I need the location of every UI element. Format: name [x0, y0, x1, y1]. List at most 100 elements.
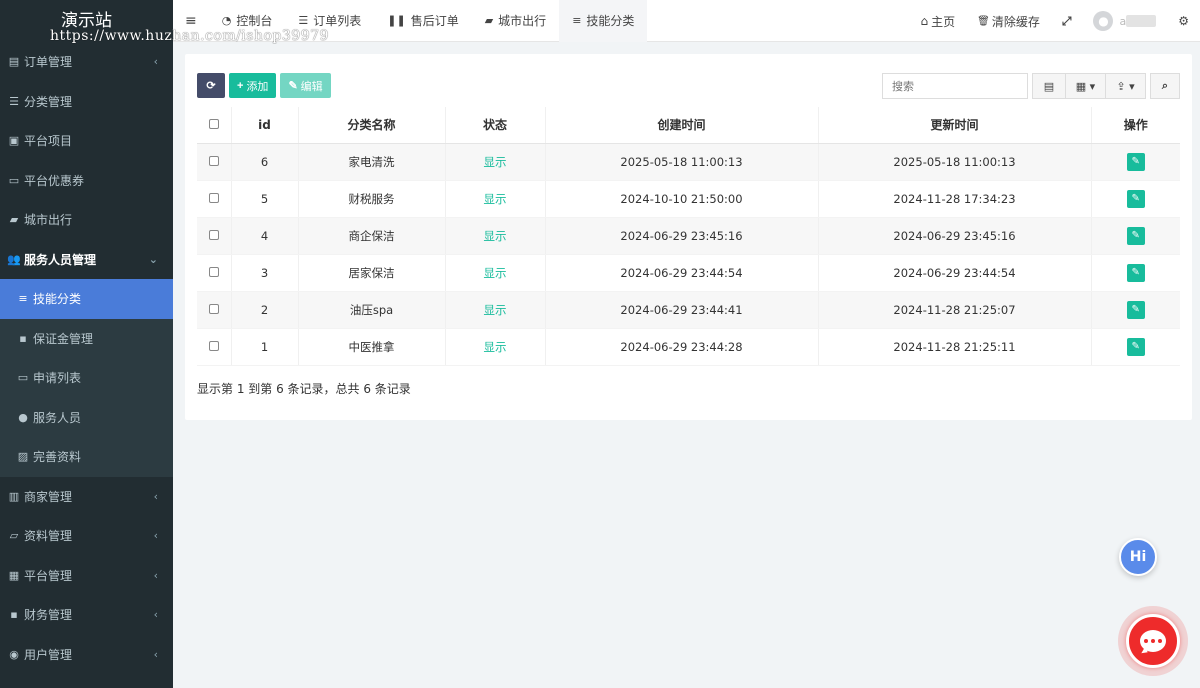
sidebar-item[interactable]: ☰ 分类管理 [0, 82, 173, 122]
row-checkbox[interactable] [208, 192, 219, 203]
toggle-view-button[interactable]: ▤ [1032, 73, 1066, 99]
sidebar-item[interactable]: ▱ 资料管理 ‹ [0, 516, 173, 556]
user-menu[interactable]: ● a [1082, 11, 1167, 31]
table-row[interactable]: 5 财税服务 显示 2024-10-10 21:50:00 2024-11-28 17:… [197, 180, 1180, 218]
table-row[interactable]: 1 中医推拿 显示 2024-06-29 23:44:28 2024-11-28 21:… [197, 328, 1180, 366]
columns-dropdown[interactable]: ▦ ▾ [1066, 73, 1106, 99]
search-input[interactable] [882, 73, 1028, 99]
pencil-icon: ✎ [1131, 193, 1140, 204]
row-checkbox[interactable] [208, 155, 219, 166]
chat-button[interactable] [1126, 614, 1180, 668]
sidebar-item[interactable]: ▭ 平台优惠券 [0, 161, 173, 201]
fullscreen-button[interactable]: ⤢ [1051, 14, 1083, 29]
briefcase-icon: ▣ [8, 134, 20, 148]
tab[interactable]: ≡ 技能分类 [559, 0, 648, 42]
sidebar-item[interactable]: ▣ 平台项目 [0, 121, 173, 161]
sidebar-menu-bottom: ▥ 商家管理 ‹ ▱ 资料管理 ‹ ▦ 平台管理 ‹ ▪ 财务管理 ‹ ◉ 用户管理 ‹ [0, 477, 173, 675]
search-area: ▤ ▦ ▾ ⇪ ▾ ⌕ [882, 73, 1180, 99]
watermark-text: https://www.huzhan.com/ishop39979 [50, 28, 329, 44]
sidebar-group-staff-management[interactable]: 👥 服务人员管理 ⌄ [0, 240, 173, 280]
sidebar-item-label: 商家管理 [24, 489, 73, 504]
row-checkbox[interactable] [208, 340, 219, 351]
sidebar-item[interactable]: ● 服务人员 [0, 398, 173, 438]
sidebar-item[interactable]: ▪ 财务管理 ‹ [0, 595, 173, 635]
row-select-cell [197, 328, 232, 366]
status-badge[interactable]: 显示 [484, 155, 507, 169]
sidebar-item[interactable]: ▤ 订单管理 ‹ [0, 42, 173, 82]
cell-id: 2 [231, 291, 299, 329]
trash-icon: 🗑 [977, 15, 990, 27]
sidebar-item-label: 技能分类 [33, 292, 82, 307]
avatar-icon: ● [1098, 14, 1109, 28]
status-badge[interactable]: 显示 [484, 266, 507, 280]
export-dropdown[interactable]: ⇪ ▾ [1106, 73, 1146, 99]
users-icon: 👥 [7, 252, 21, 266]
status-badge[interactable]: 显示 [484, 303, 507, 317]
column-header-name[interactable]: 分类名称 [298, 107, 446, 144]
tab[interactable]: ▰ 城市出行 [472, 0, 559, 42]
sidebar-item[interactable]: ▦ 平台管理 ‹ [0, 556, 173, 596]
sidebar-item[interactable]: ▭ 申请列表 [0, 358, 173, 398]
row-checkbox[interactable] [208, 266, 219, 277]
home-icon: ⌂ [920, 14, 929, 28]
chevron-left-icon: ‹ [153, 55, 158, 69]
chat-widget[interactable] [1118, 606, 1188, 676]
sidebar-item-label: 城市出行 [24, 213, 73, 228]
sidebar-item-label: 平台项目 [24, 134, 73, 149]
row-edit-button[interactable]: ✎ [1126, 300, 1145, 319]
sidebar-item[interactable]: ◉ 用户管理 ‹ [0, 635, 173, 675]
cell-name: 财税服务 [298, 180, 446, 218]
row-checkbox[interactable] [208, 303, 219, 314]
clear-cache-button[interactable]: 🗑 清除缓存 [966, 13, 1051, 30]
status-badge[interactable]: 显示 [484, 229, 507, 243]
column-header-status[interactable]: 状态 [445, 107, 546, 144]
table-row[interactable]: 3 居家保洁 显示 2024-06-29 23:44:54 2024-06-29 23:… [197, 254, 1180, 292]
home-link[interactable]: ⌂ 主页 [910, 13, 967, 30]
search-icon: ⌕ [1161, 79, 1169, 92]
image-icon: ▨ [17, 450, 29, 464]
status-badge[interactable]: 显示 [484, 340, 507, 354]
assistant-hi-button[interactable]: Hi [1119, 538, 1157, 576]
select-all-checkbox[interactable] [208, 118, 219, 129]
status-badge[interactable]: 显示 [484, 192, 507, 206]
advanced-search-button[interactable]: ⌕ [1150, 73, 1180, 99]
tab[interactable]: ❚❚ 售后订单 [374, 0, 471, 42]
cell-actions: ✎ [1091, 217, 1180, 255]
row-select-cell [197, 143, 232, 181]
chevron-left-icon: ‹ [153, 489, 158, 503]
row-edit-button[interactable]: ✎ [1126, 226, 1145, 245]
edit-button[interactable]: ✎ 编辑 [280, 73, 331, 98]
refresh-button[interactable]: ⟳ [197, 73, 225, 98]
row-edit-button[interactable]: ✎ [1126, 152, 1145, 171]
user-name: a [1119, 14, 1127, 28]
column-header-created[interactable]: 创建时间 [545, 107, 819, 144]
content-panel: ⟳ + 添加 ✎ 编辑 ▤ ▦ ▾ ⇪ ▾ ⌕ id 分类名称 状态 [185, 54, 1192, 420]
sidebar-item[interactable]: ≡ 技能分类 [0, 279, 173, 319]
row-checkbox[interactable] [208, 229, 219, 240]
sidebar-item[interactable]: ▪ 保证金管理 [0, 319, 173, 359]
row-edit-button[interactable]: ✎ [1126, 263, 1145, 282]
cell-updated: 2024-11-28 21:25:11 [818, 328, 1092, 366]
tab-label: 控制台 [236, 14, 273, 28]
row-edit-button[interactable]: ✎ [1126, 189, 1145, 208]
sidebar-item-label: 服务人员管理 [24, 252, 97, 267]
table-row[interactable]: 6 家电清洗 显示 2025-05-18 11:00:13 2025-05-18 11:… [197, 143, 1180, 181]
row-edit-button[interactable]: ✎ [1126, 337, 1145, 356]
table-row[interactable]: 4 商企保洁 显示 2024-06-29 23:45:16 2024-06-29 23:… [197, 217, 1180, 255]
tab-label: 城市出行 [498, 14, 547, 28]
add-button[interactable]: + 添加 [229, 73, 277, 98]
chevron-left-icon: ‹ [153, 529, 158, 543]
sidebar-item[interactable]: ▰ 城市出行 [0, 200, 173, 240]
pencil-icon: ✎ [1131, 230, 1140, 241]
settings-button[interactable]: ⚙ [1167, 14, 1200, 28]
column-header-id[interactable]: id [231, 107, 299, 144]
sidebar-item[interactable]: ▨ 完善资料 [0, 437, 173, 477]
column-header-updated[interactable]: 更新时间 [818, 107, 1092, 144]
sidebar-item-label: 服务人员 [33, 410, 82, 425]
cell-status: 显示 [445, 180, 546, 218]
table-row[interactable]: 2 油压spa 显示 2024-06-29 23:44:41 2024-11-28 21… [197, 291, 1180, 329]
cell-id: 3 [231, 254, 299, 292]
cell-created: 2024-06-29 23:44:28 [545, 328, 819, 366]
cell-name: 油压spa [298, 291, 446, 329]
sidebar-item[interactable]: ▥ 商家管理 ‹ [0, 477, 173, 517]
